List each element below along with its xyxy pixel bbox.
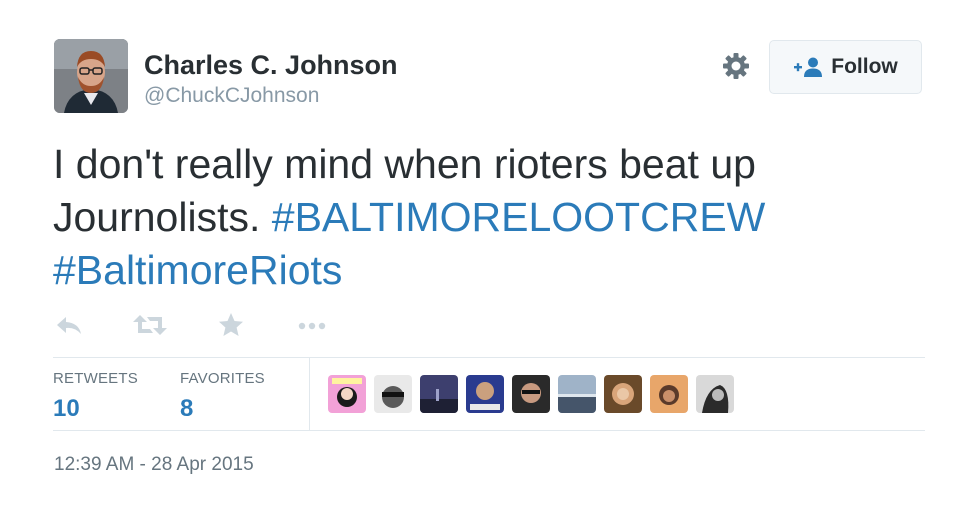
user-avatar[interactable] bbox=[374, 375, 412, 413]
retweet-icon[interactable] bbox=[133, 311, 167, 344]
add-user-icon bbox=[794, 57, 823, 77]
favorites-label: FAVORITES bbox=[180, 370, 265, 387]
follow-label: Follow bbox=[831, 55, 898, 78]
divider bbox=[53, 430, 925, 431]
user-avatar[interactable] bbox=[650, 375, 688, 413]
user-avatar[interactable] bbox=[512, 375, 550, 413]
hashtag-link[interactable]: #BaltimoreRiots bbox=[53, 247, 342, 293]
retweets-count[interactable]: 10 bbox=[53, 396, 138, 422]
reply-icon[interactable] bbox=[55, 311, 83, 344]
favorites-stat[interactable]: FAVORITES 8 bbox=[180, 370, 265, 422]
user-avatar[interactable] bbox=[696, 375, 734, 413]
tweet-text: I don't really mind when rioters beat up… bbox=[53, 138, 913, 297]
hashtag-link[interactable]: #BALTIMORELOOTCREW bbox=[272, 194, 766, 240]
favorites-count[interactable]: 8 bbox=[180, 396, 265, 422]
author-name[interactable]: Charles C. Johnson bbox=[144, 49, 398, 81]
user-avatar[interactable] bbox=[604, 375, 642, 413]
user-avatar-row bbox=[328, 375, 734, 413]
author-photo bbox=[54, 39, 128, 113]
follow-button[interactable]: Follow bbox=[769, 40, 922, 94]
author-handle[interactable]: @ChuckCJohnson bbox=[144, 84, 319, 108]
retweets-stat[interactable]: RETWEETS 10 bbox=[53, 370, 138, 422]
user-avatar[interactable] bbox=[558, 375, 596, 413]
divider bbox=[53, 357, 925, 358]
user-avatar[interactable] bbox=[466, 375, 504, 413]
gear-icon[interactable] bbox=[720, 50, 752, 82]
author-avatar[interactable] bbox=[54, 39, 128, 113]
more-icon[interactable] bbox=[295, 311, 329, 344]
retweets-label: RETWEETS bbox=[53, 370, 138, 387]
user-avatar[interactable] bbox=[420, 375, 458, 413]
favorite-icon[interactable] bbox=[217, 311, 245, 344]
stats-separator bbox=[309, 357, 310, 431]
user-avatar[interactable] bbox=[328, 375, 366, 413]
tweet-timestamp[interactable]: 12:39 AM - 28 Apr 2015 bbox=[54, 454, 254, 476]
